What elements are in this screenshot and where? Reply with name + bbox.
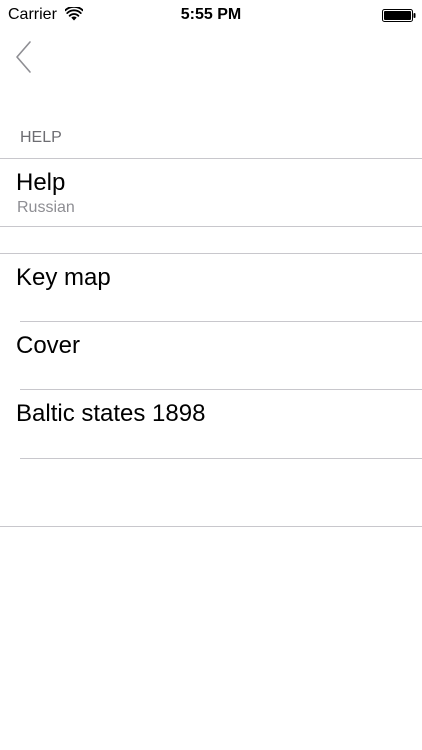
list-item-subtitle: Russian [17,199,75,216]
navigation-bar [0,30,422,88]
list-item-title: Key map [16,264,111,291]
list-item-cover[interactable]: Cover [0,322,422,389]
chevron-left-icon [16,41,31,73]
section-header: HELP [20,129,62,146]
back-button[interactable] [8,38,38,78]
status-bar: Carrier 5:55 PM [0,0,422,30]
list-item-baltic-states-1898[interactable]: Baltic states 1898 [0,390,422,458]
list-item-key-map[interactable]: Key map [0,254,422,321]
section-bottom-divider [0,226,422,227]
list-item-empty [0,459,422,526]
battery-icon [382,9,416,22]
list-item-title: Baltic states 1898 [16,400,206,427]
list-bottom-divider [0,526,422,527]
status-time: 5:55 PM [180,6,242,23]
list-item-title: Help [16,169,66,196]
list-item-title: Cover [16,332,81,359]
list-item-help[interactable]: Help Russian [0,159,422,226]
